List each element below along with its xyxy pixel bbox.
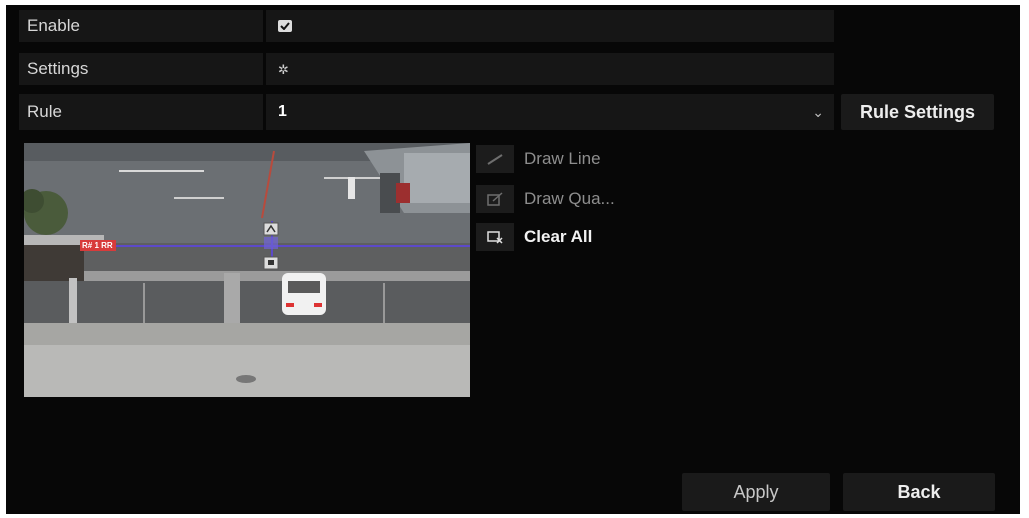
overlay-banner-text: R# 1 RR	[82, 241, 113, 250]
enable-label-cell: Enable	[19, 10, 263, 42]
rule-select[interactable]: 1 ⌄	[266, 94, 834, 130]
gear-icon[interactable]: ✲	[278, 63, 289, 76]
settings-value-cell: ✲	[266, 53, 834, 85]
settings-label: Settings	[27, 59, 89, 78]
apply-button[interactable]: Apply	[682, 473, 830, 511]
draw-line-tool[interactable]: Draw Line	[476, 144, 601, 174]
enable-checkbox[interactable]	[278, 20, 292, 32]
rule-settings-button[interactable]: Rule Settings	[841, 94, 994, 130]
rule-select-value: 1	[278, 103, 287, 120]
camera-scene	[24, 143, 470, 397]
clear-icon	[476, 223, 514, 251]
rule-label: Rule	[27, 102, 62, 121]
enable-label: Enable	[27, 16, 80, 35]
draw-quadrilateral-tool[interactable]: Draw Qua...	[476, 184, 615, 214]
edit-box-icon	[476, 185, 514, 213]
settings-label-cell: Settings	[19, 53, 263, 85]
enable-value-cell	[266, 10, 834, 42]
rule-label-cell: Rule	[19, 94, 263, 130]
draw-quadrilateral-label: Draw Qua...	[524, 189, 615, 208]
pencil-icon	[476, 145, 514, 173]
check-icon	[280, 22, 290, 30]
camera-preview[interactable]: R# 1 RR	[24, 143, 470, 397]
chevron-down-icon[interactable]: ⌄	[812, 102, 824, 122]
clear-all-label: Clear All	[524, 227, 593, 246]
back-button[interactable]: Back	[843, 473, 995, 511]
event-config-panel: Enable Settings ✲ Rule 1 ⌄ Rule Settings	[6, 5, 1020, 514]
clear-all-tool[interactable]: Clear All	[476, 222, 592, 252]
draw-line-label: Draw Line	[524, 149, 601, 168]
